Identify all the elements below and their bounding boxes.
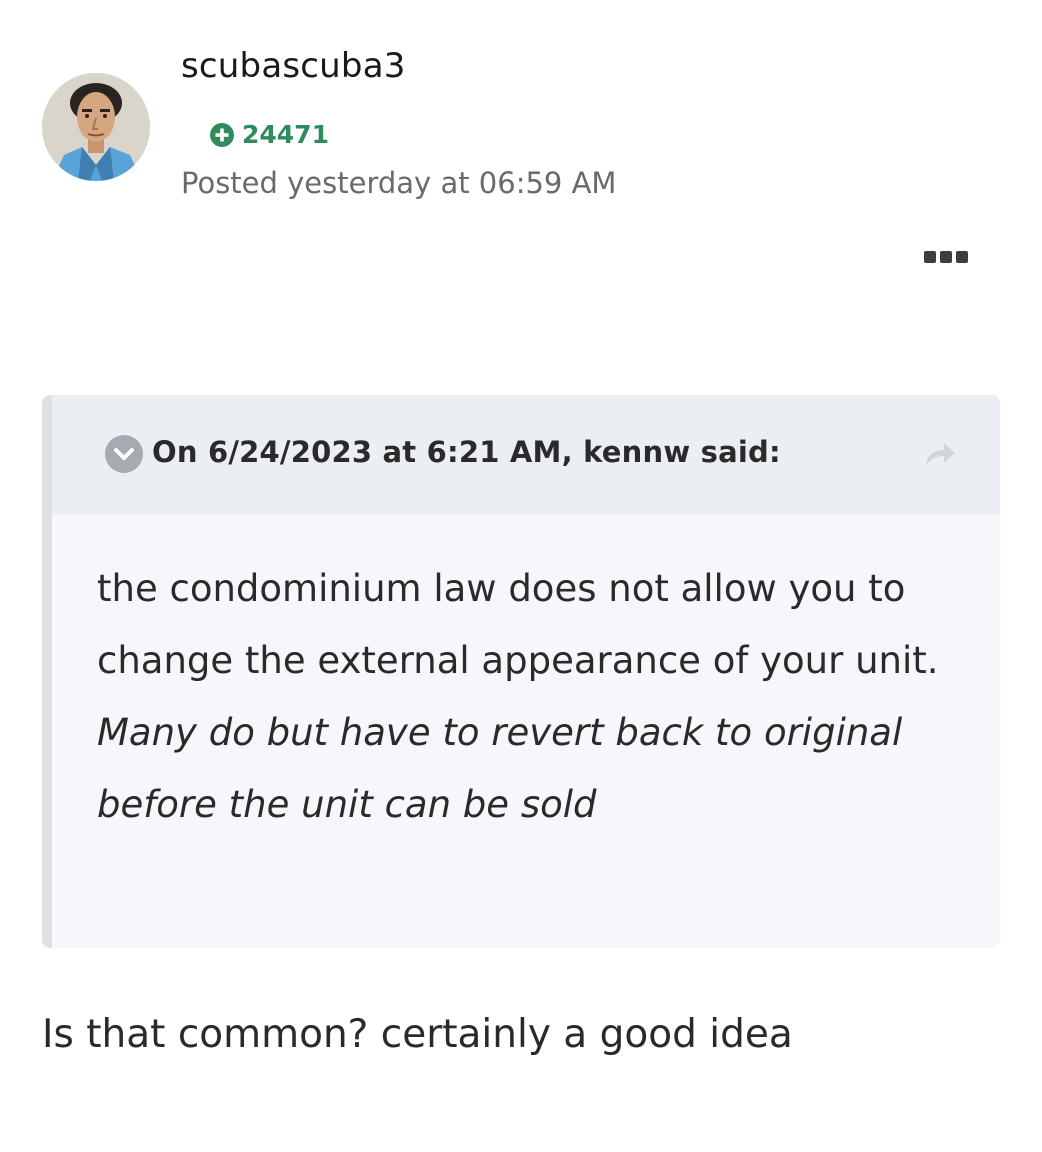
author-username[interactable]: scubascuba3 xyxy=(181,46,406,86)
reputation-count: 24471 xyxy=(242,120,329,149)
quote-body-italic-text: Many do but have to revert back to origi… xyxy=(97,711,903,826)
quote-citation[interactable]: On 6/24/2023 at 6:21 AM, kennw said: xyxy=(152,435,781,469)
more-dot xyxy=(924,251,936,263)
plus-circle-icon xyxy=(210,122,234,147)
quote-block: On 6/24/2023 at 6:21 AM, kennw said: the… xyxy=(42,395,1000,948)
author-avatar[interactable] xyxy=(42,73,150,181)
more-options-icon[interactable] xyxy=(924,248,972,266)
chevron-down-icon[interactable] xyxy=(105,435,143,473)
share-arrow-icon[interactable] xyxy=(922,439,958,469)
quote-header: On 6/24/2023 at 6:21 AM, kennw said: xyxy=(52,395,1000,514)
quote-body: the condominium law does not allow you t… xyxy=(97,553,977,841)
reputation-badge: 24471 xyxy=(210,120,329,149)
more-dot xyxy=(956,251,968,263)
avatar-portrait-icon xyxy=(42,73,150,181)
post-body-text: Is that common? certainly a good idea xyxy=(42,1012,793,1057)
more-dot xyxy=(940,251,952,263)
quote-body-text: the condominium law does not allow you t… xyxy=(97,567,939,682)
post-timestamp[interactable]: Posted yesterday at 06:59 AM xyxy=(181,166,616,200)
